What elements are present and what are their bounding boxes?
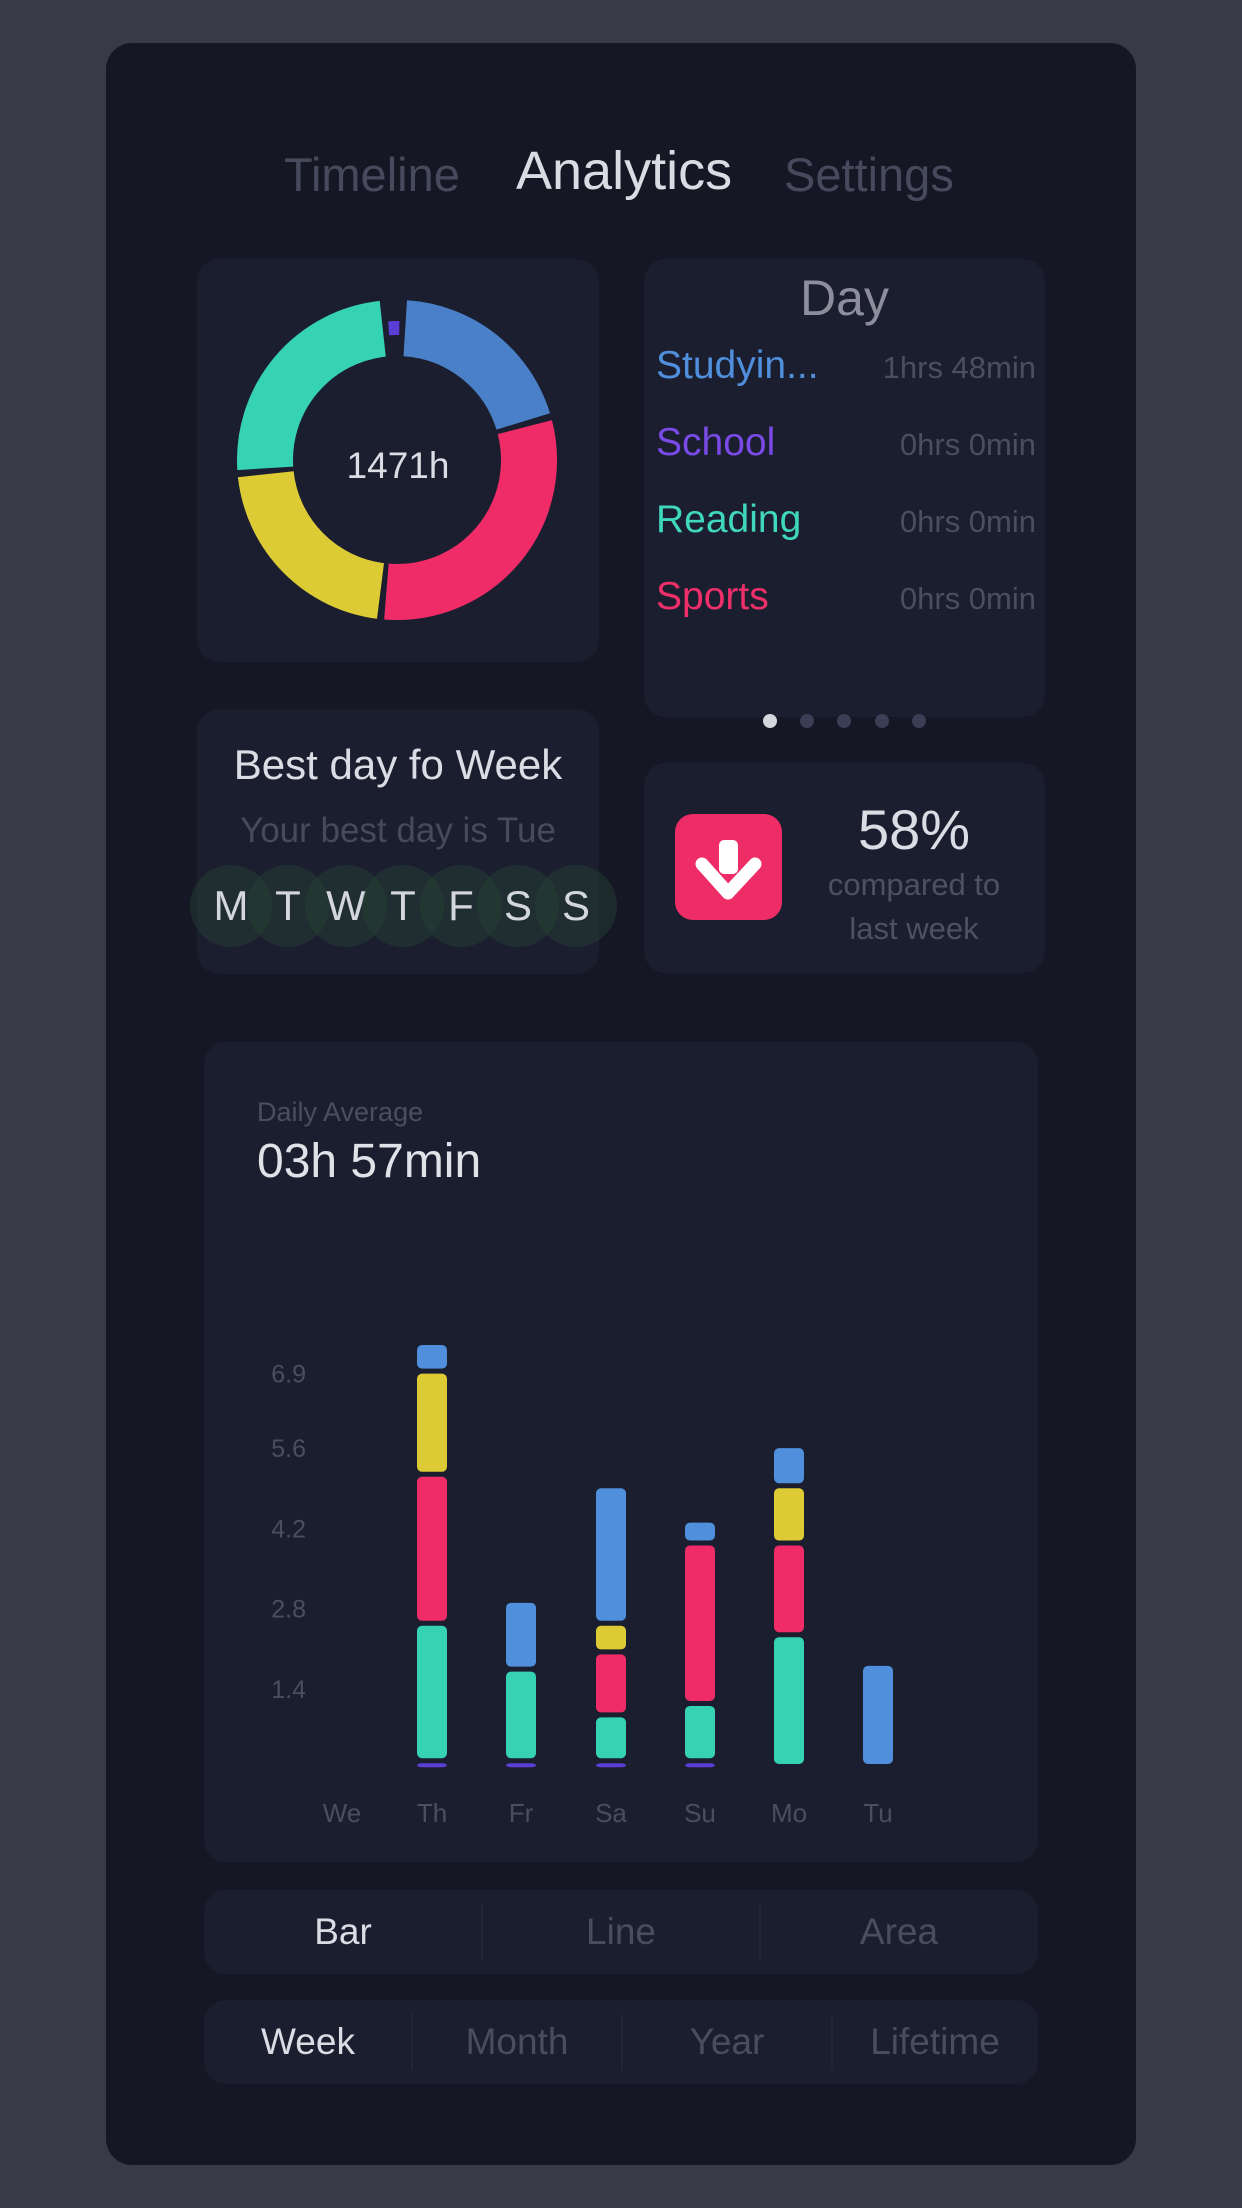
bar-segment[interactable] [506,1671,536,1759]
range-lifetime[interactable]: Lifetime [832,2000,1038,2084]
donut-total-label: 1471h [346,445,450,486]
donut-yellow-segment [237,470,385,619]
range-month[interactable]: Month [412,2000,622,2084]
comparison-percent: 58% [857,798,971,861]
stacked-bar-chart: 6.9 5.6 4.2 2.8 1.4 We Th Fr Sa Su Mo Tu [271,1345,893,1828]
app-screen: Timeline Analytics Settings 1471h Day St… [106,43,1136,2165]
y-tick-label: 4.2 [271,1515,306,1543]
comparison-caption-line: compared to [827,867,1001,902]
tab-settings[interactable]: Settings [784,147,954,202]
bar-segment[interactable] [506,1763,536,1768]
bar-segment[interactable] [774,1488,804,1541]
comparison-caption: compared to last week [794,863,1034,951]
bar-segment[interactable] [774,1545,804,1633]
comparison-caption-line: last week [849,911,979,946]
day-row-time: 0hrs 0min [899,427,1036,462]
day-row-studying: Studyin... 1hrs 48min [656,344,1036,404]
day-row-name: Studyin... [656,344,819,387]
day-row-sports: Sports 0hrs 0min [656,575,1036,635]
bar-segment[interactable] [596,1717,626,1759]
range-year[interactable]: Year [622,2000,832,2084]
tab-analytics[interactable]: Analytics [516,140,732,202]
daily-chart-card: Daily Average 03h 57min 6.9 5.6 4.2 2.8 1.4 W… [204,1042,1038,1862]
chart-type-area[interactable]: Area [760,1890,1038,1974]
chart-type-selector: Bar Line Area [204,1890,1038,1974]
bar-segment[interactable] [596,1654,626,1713]
day-row-time: 1hrs 48min [882,350,1036,385]
x-tick-label: We [323,1798,362,1828]
day-title: Day [800,270,889,326]
weekday-sunday: S [535,865,617,947]
time-range-selector: Week Month Year Lifetime [204,2000,1038,2084]
bar-segment[interactable] [863,1665,893,1764]
day-row-school: School 0hrs 0min [656,421,1036,481]
bar-segment[interactable] [774,1448,804,1484]
page-dot[interactable] [912,714,926,728]
y-tick-label: 2.8 [271,1596,306,1624]
day-row-name: School [656,421,776,464]
bar-segment[interactable] [774,1637,804,1764]
best-day-title: Best day fo Week [233,741,563,788]
day-row-reading: Reading 0hrs 0min [656,498,1036,558]
x-tick-label: Tu [863,1798,892,1828]
bar-segment[interactable] [685,1522,715,1541]
tab-timeline[interactable]: Timeline [284,147,460,202]
best-day-subtitle: Your best day is Tue [240,811,556,850]
x-tick-label: Su [684,1798,716,1828]
arrow-down-icon [695,840,762,900]
day-summary-card[interactable]: Day Studyin... 1hrs 48min School 0hrs 0m… [644,259,1045,728]
day-row-time: 0hrs 0min [899,504,1036,539]
y-tick-label: 1.4 [271,1676,306,1704]
x-tick-label: Mo [771,1798,807,1828]
bar-segment[interactable] [685,1763,715,1768]
y-tick-label: 6.9 [271,1361,306,1389]
bar-segment[interactable] [417,1625,447,1759]
x-tick-label: Th [417,1798,447,1828]
bar-segment[interactable] [506,1602,536,1667]
page-dot[interactable] [875,714,889,728]
day-row-name: Reading [656,498,802,541]
page-dot[interactable] [837,714,851,728]
day-row-time: 0hrs 0min [899,581,1036,616]
bar-segment[interactable] [596,1625,626,1650]
page-dot[interactable] [763,714,777,728]
bar-segment[interactable] [417,1476,447,1621]
donut-blue-segment [402,300,551,431]
x-tick-label: Sa [595,1798,627,1828]
chart-type-line[interactable]: Line [482,1890,760,1974]
bar-segment[interactable] [596,1488,626,1621]
range-week[interactable]: Week [204,2000,412,2084]
bar-segment[interactable] [417,1763,447,1768]
bar-segment[interactable] [685,1545,715,1701]
day-row-name: Sports [656,575,769,618]
comparison-card: 58% compared to last week [644,763,1045,973]
y-tick-label: 5.6 [271,1435,306,1463]
trend-badge [675,814,782,920]
x-tick-label: Fr [509,1798,534,1828]
bar-segment[interactable] [596,1763,626,1768]
bar-segment[interactable] [417,1373,447,1472]
bar-segment[interactable] [417,1345,447,1369]
chart-type-bar[interactable]: Bar [204,1890,482,1974]
donut-card: 1471h [197,259,599,662]
page-dot[interactable] [800,714,814,728]
bar-segment[interactable] [685,1705,715,1759]
